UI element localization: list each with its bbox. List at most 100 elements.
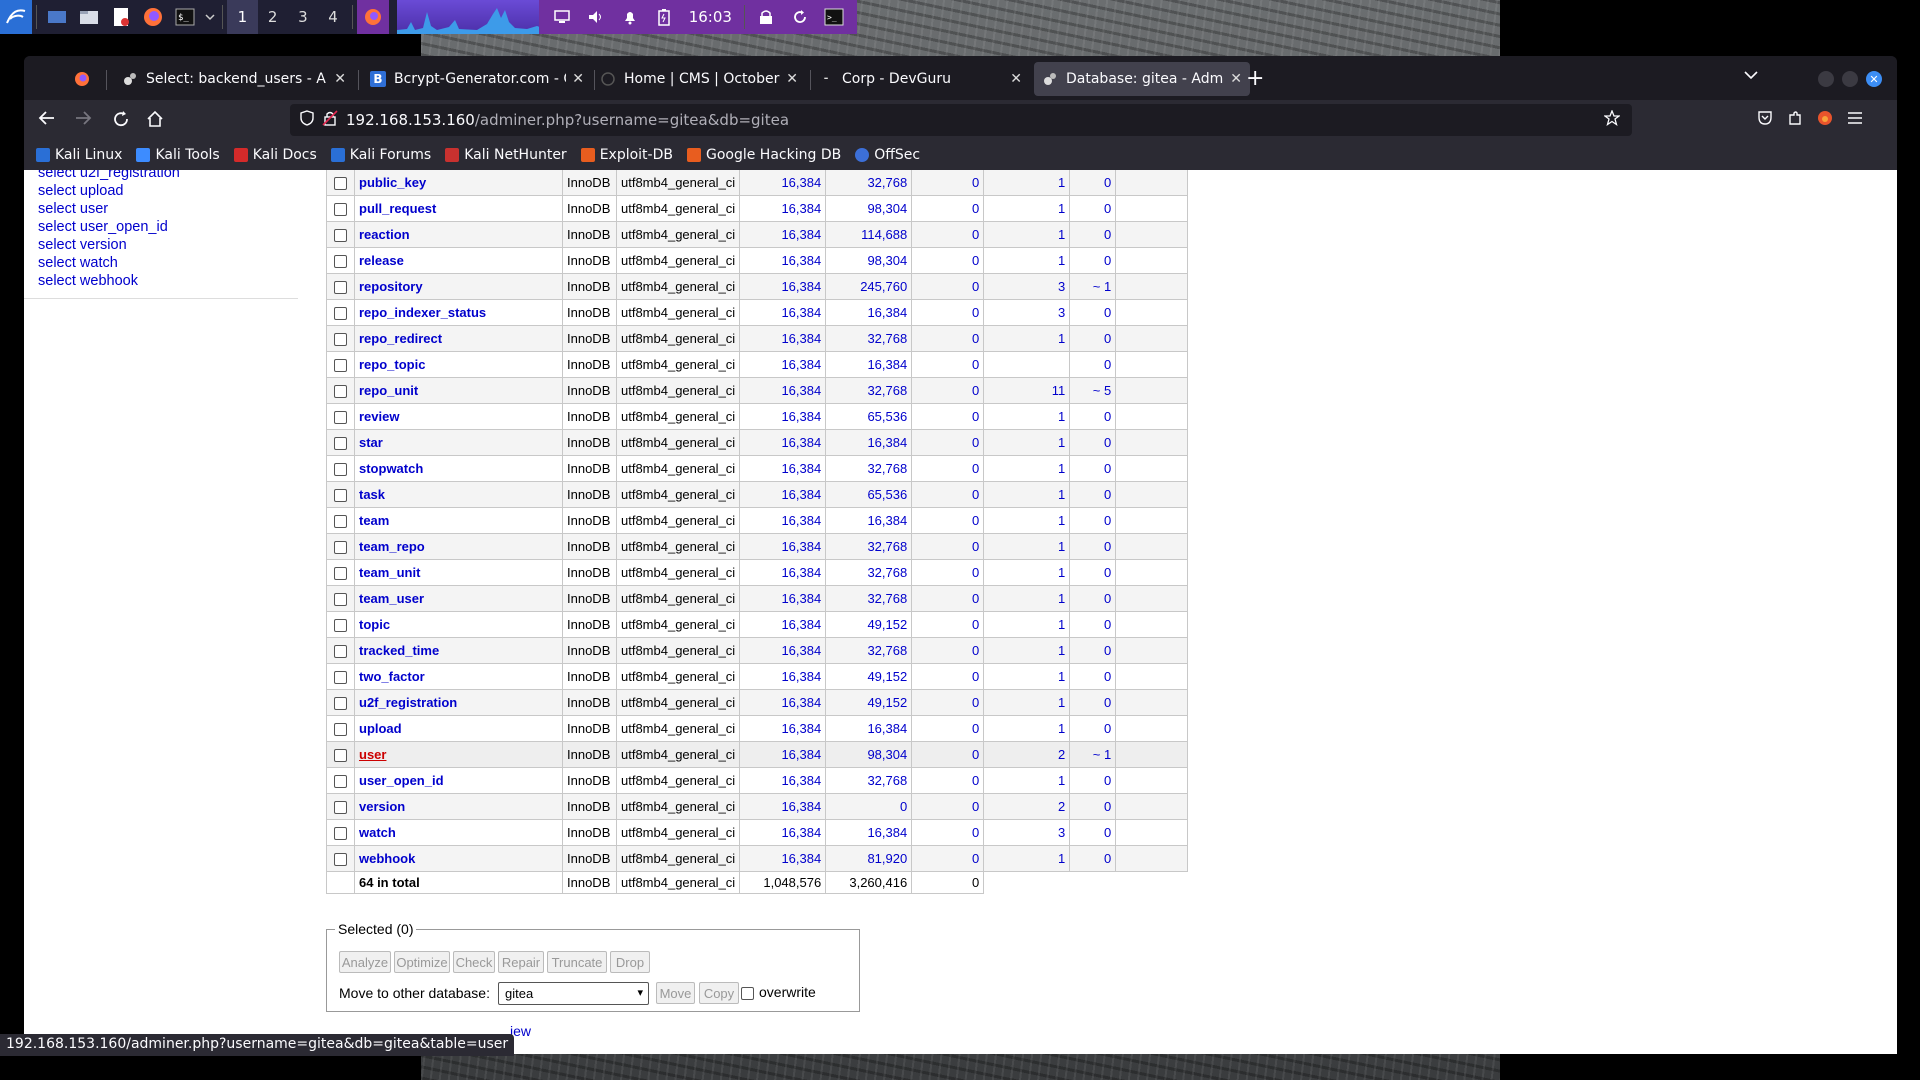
rows-cell[interactable]: 0 bbox=[1104, 565, 1111, 580]
index-length-cell[interactable]: 114,688 bbox=[861, 227, 907, 242]
rows-cell[interactable]: 0 bbox=[1104, 253, 1111, 268]
auto-increment-cell[interactable]: 1 bbox=[1058, 435, 1065, 450]
auto-increment-cell[interactable]: 1 bbox=[1058, 253, 1065, 268]
row-checkbox[interactable] bbox=[334, 567, 347, 581]
auto-increment-cell[interactable]: 1 bbox=[1058, 565, 1065, 580]
auto-increment-cell[interactable]: 1 bbox=[1058, 487, 1065, 502]
row-checkbox[interactable] bbox=[334, 775, 347, 789]
index-length-cell[interactable]: 16,384 bbox=[867, 513, 907, 528]
row-checkbox[interactable] bbox=[334, 489, 347, 503]
monitor-icon[interactable] bbox=[545, 0, 579, 34]
data-free-cell[interactable]: 0 bbox=[972, 565, 979, 580]
data-length-cell[interactable]: 16,384 bbox=[781, 851, 821, 866]
index-length-cell[interactable]: 32,768 bbox=[867, 175, 907, 190]
table-name-link[interactable]: star bbox=[359, 435, 383, 450]
data-free-cell[interactable]: 0 bbox=[972, 851, 979, 866]
file-manager-icon[interactable] bbox=[73, 0, 105, 34]
volume-icon[interactable] bbox=[579, 0, 613, 34]
overwrite-checkbox[interactable] bbox=[741, 987, 754, 1000]
rows-cell[interactable]: 0 bbox=[1104, 695, 1111, 710]
row-checkbox[interactable] bbox=[334, 515, 347, 529]
bookmark-kali-docs[interactable]: Kali Docs bbox=[233, 147, 317, 163]
forward-arrow-icon[interactable] bbox=[74, 110, 92, 131]
auto-increment-cell[interactable]: 1 bbox=[1058, 461, 1065, 476]
row-checkbox[interactable] bbox=[334, 437, 347, 451]
data-free-cell[interactable]: 0 bbox=[972, 435, 979, 450]
terminal-icon[interactable]: $_ bbox=[169, 0, 201, 34]
rows-cell[interactable]: 0 bbox=[1104, 435, 1111, 450]
rows-cell[interactable]: 0 bbox=[1104, 331, 1111, 346]
copy-button[interactable]: Copy bbox=[699, 982, 739, 1004]
show-desktop-icon[interactable] bbox=[41, 0, 73, 34]
index-length-cell[interactable]: 49,152 bbox=[867, 617, 907, 632]
data-length-cell[interactable]: 16,384 bbox=[781, 669, 821, 684]
home-icon[interactable] bbox=[146, 110, 164, 133]
table-name-link[interactable]: topic bbox=[359, 617, 390, 632]
data-free-cell[interactable]: 0 bbox=[972, 357, 979, 372]
data-free-cell[interactable]: 0 bbox=[972, 331, 979, 346]
row-checkbox[interactable] bbox=[334, 255, 347, 269]
rows-cell[interactable]: 0 bbox=[1104, 591, 1111, 606]
index-length-cell[interactable]: 32,768 bbox=[867, 383, 907, 398]
sidebar-link-webhook[interactable]: select webhook bbox=[38, 272, 298, 290]
data-length-cell[interactable]: 16,384 bbox=[781, 357, 821, 372]
row-checkbox[interactable] bbox=[334, 541, 347, 555]
rows-cell[interactable]: 0 bbox=[1104, 617, 1111, 632]
rows-cell[interactable]: 0 bbox=[1104, 669, 1111, 684]
data-length-cell[interactable]: 16,384 bbox=[781, 773, 821, 788]
data-length-cell[interactable]: 16,384 bbox=[781, 513, 821, 528]
auto-increment-cell[interactable]: 1 bbox=[1058, 513, 1065, 528]
data-length-cell[interactable]: 16,384 bbox=[781, 201, 821, 216]
auto-increment-cell[interactable]: 2 bbox=[1058, 799, 1065, 814]
table-name-link[interactable]: repo_unit bbox=[359, 383, 418, 398]
extensions-icon[interactable] bbox=[1787, 110, 1803, 131]
repair-button[interactable]: Repair bbox=[498, 951, 544, 973]
table-name-link[interactable]: two_factor bbox=[359, 669, 425, 684]
tab-corp-devguru[interactable]: ⁃ Corp - DevGuru ✕ bbox=[810, 62, 1030, 96]
rows-cell[interactable]: 0 bbox=[1104, 305, 1111, 320]
foxyproxy-icon[interactable] bbox=[1817, 110, 1833, 131]
tab-select-backend-users[interactable]: Select: backend_users - A ✕ bbox=[114, 62, 354, 96]
data-length-cell[interactable]: 16,384 bbox=[781, 695, 821, 710]
data-free-cell[interactable]: 0 bbox=[972, 383, 979, 398]
workspace-1[interactable]: 1 bbox=[227, 0, 258, 34]
data-length-cell[interactable]: 16,384 bbox=[781, 799, 821, 814]
index-length-cell[interactable]: 98,304 bbox=[867, 747, 907, 762]
list-tabs-chevron-icon[interactable] bbox=[1744, 68, 1758, 84]
table-name-link[interactable]: review bbox=[359, 409, 399, 424]
auto-increment-cell[interactable]: 11 bbox=[1052, 383, 1066, 398]
pocket-icon[interactable] bbox=[1757, 110, 1773, 131]
bookmark-star-icon[interactable] bbox=[1603, 109, 1621, 130]
table-name-link[interactable]: team_user bbox=[359, 591, 424, 606]
tab-octobercms-home[interactable]: Home | CMS | OctoberCMS ✕ bbox=[592, 62, 806, 96]
sidebar-link-upload[interactable]: select upload bbox=[38, 182, 298, 200]
table-name-link[interactable]: repository bbox=[359, 279, 423, 294]
index-length-cell[interactable]: 245,760 bbox=[860, 279, 907, 294]
index-length-cell[interactable]: 65,536 bbox=[867, 487, 907, 502]
index-length-cell[interactable]: 16,384 bbox=[867, 825, 907, 840]
battery-icon[interactable] bbox=[647, 0, 681, 34]
auto-increment-cell[interactable]: 3 bbox=[1058, 825, 1065, 840]
bookmark-offsec[interactable]: OffSec bbox=[855, 147, 920, 163]
index-length-cell[interactable]: 32,768 bbox=[867, 331, 907, 346]
data-free-cell[interactable]: 0 bbox=[972, 747, 979, 762]
index-length-cell[interactable]: 32,768 bbox=[867, 461, 907, 476]
bookmark-kali-nethunter[interactable]: Kali NetHunter bbox=[445, 147, 567, 163]
terminal-tray-icon[interactable]: >_ bbox=[817, 0, 851, 34]
auto-increment-cell[interactable]: 1 bbox=[1058, 201, 1065, 216]
table-name-link[interactable]: webhook bbox=[359, 851, 415, 866]
table-name-link[interactable]: user bbox=[359, 747, 386, 762]
table-name-link[interactable]: repo_redirect bbox=[359, 331, 442, 346]
rows-cell[interactable]: ~ 5 bbox=[1093, 383, 1111, 398]
index-length-cell[interactable]: 98,304 bbox=[867, 253, 907, 268]
url-bar[interactable]: 192.168.153.160/adminer.php?username=git… bbox=[290, 104, 1632, 136]
optimize-button[interactable]: Optimize bbox=[394, 951, 450, 973]
data-length-cell[interactable]: 16,384 bbox=[781, 825, 821, 840]
check-button[interactable]: Check bbox=[453, 951, 495, 973]
data-free-cell[interactable]: 0 bbox=[972, 487, 979, 502]
target-database-select[interactable]: gitea ▾ bbox=[498, 982, 649, 1005]
data-free-cell[interactable]: 0 bbox=[972, 253, 979, 268]
data-length-cell[interactable]: 16,384 bbox=[781, 331, 821, 346]
data-length-cell[interactable]: 16,384 bbox=[781, 409, 821, 424]
data-free-cell[interactable]: 0 bbox=[972, 773, 979, 788]
